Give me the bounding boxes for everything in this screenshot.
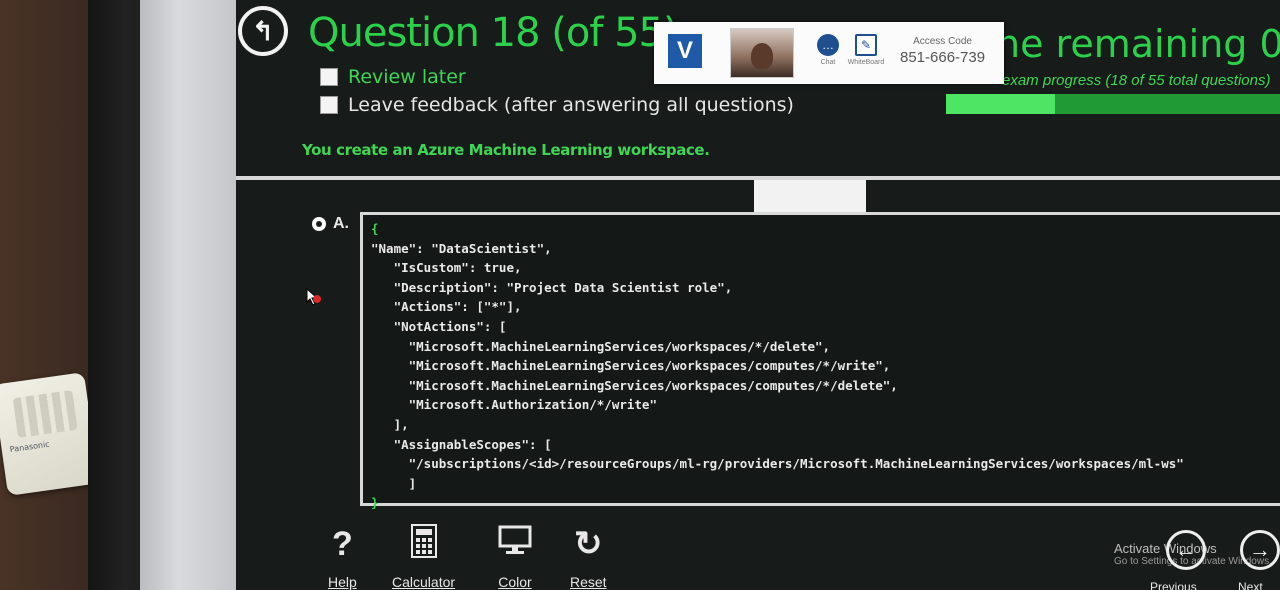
exam-progress-bar bbox=[946, 94, 1280, 114]
question-intro: You create an Azure Machine Learning wor… bbox=[302, 141, 710, 159]
chat-button[interactable]: … Chat bbox=[808, 34, 848, 66]
webcam-person bbox=[751, 43, 773, 69]
reset-label: Reset bbox=[570, 574, 607, 590]
webcam-thumbnail bbox=[730, 28, 794, 78]
chat-label: Chat bbox=[820, 59, 836, 66]
mouse-cursor-icon bbox=[306, 288, 321, 306]
help-button[interactable]: ? Help bbox=[328, 524, 357, 590]
reset-icon: ↻ bbox=[574, 525, 603, 563]
splitter-handle[interactable] bbox=[754, 180, 866, 212]
help-label: Help bbox=[328, 574, 357, 590]
code-line: } bbox=[371, 495, 379, 511]
arrow-left-icon: ← bbox=[1175, 537, 1197, 562]
code-line: "AssignableScopes": [ bbox=[371, 436, 552, 452]
code-line: ] bbox=[371, 475, 417, 491]
code-line: "Microsoft.MachineLearningServices/works… bbox=[371, 338, 831, 354]
question-title: Question 18 (of 55) bbox=[308, 10, 679, 56]
option-a-radio[interactable] bbox=[312, 217, 326, 231]
access-code-label: Access Code bbox=[913, 36, 972, 47]
code-line: ], bbox=[371, 416, 409, 432]
color-label: Color bbox=[498, 574, 532, 590]
proctor-logo: V bbox=[668, 34, 702, 68]
remote-brand: Panasonic bbox=[9, 439, 51, 455]
next-label: Next bbox=[1238, 580, 1263, 590]
code-line: "Actions": ["*"], bbox=[371, 299, 522, 315]
code-line: "NotActions": [ bbox=[371, 318, 507, 334]
calculator-button[interactable]: Calculator bbox=[392, 524, 455, 590]
option-a-code: { "Name": "DataScientist", "IsCustom": tr… bbox=[360, 212, 1280, 510]
leave-feedback-checkbox[interactable] bbox=[320, 96, 338, 114]
reset-button[interactable]: ↻ Reset bbox=[570, 524, 607, 590]
option-a-label: A. bbox=[333, 215, 349, 232]
exam-progress-label: exam progress (18 of 55 total questions) bbox=[1002, 72, 1271, 89]
time-remaining: ne remaining 01: bbox=[996, 22, 1280, 66]
access-code: Access Code 851-666-739 bbox=[900, 36, 985, 66]
previous-button[interactable]: ← bbox=[1166, 530, 1206, 570]
code-line: { bbox=[371, 221, 379, 236]
code-line: "Microsoft.MachineLearningServices/works… bbox=[371, 377, 898, 393]
back-arrow-icon[interactable]: ↰ bbox=[238, 6, 288, 56]
chat-icon: … bbox=[817, 34, 839, 56]
remote-buttons bbox=[12, 389, 78, 438]
access-code-value: 851-666-739 bbox=[900, 49, 986, 66]
review-later-option[interactable]: Review later bbox=[320, 66, 466, 88]
tv-remote: Panasonic bbox=[0, 372, 100, 496]
monitor-icon bbox=[498, 524, 532, 564]
exam-progress-fill bbox=[946, 94, 1056, 114]
whiteboard-label: WhiteBoard bbox=[847, 59, 885, 66]
proctor-panel: V … Chat ✎ WhiteBoard Access Code 851-66… bbox=[654, 22, 1004, 84]
code-line: "Microsoft.Authorization/*/write" bbox=[371, 397, 657, 413]
arrow-right-icon: → bbox=[1249, 537, 1271, 562]
code-line: "IsCustom": true, bbox=[371, 260, 522, 276]
previous-label: Previous bbox=[1150, 580, 1197, 590]
color-button[interactable]: Color bbox=[498, 524, 532, 590]
review-later-checkbox[interactable] bbox=[320, 68, 338, 86]
code-line: "Description": "Project Data Scientist r… bbox=[371, 279, 733, 295]
calculator-icon bbox=[392, 524, 455, 564]
help-icon: ? bbox=[332, 525, 353, 563]
whiteboard-button[interactable]: ✎ WhiteBoard bbox=[846, 34, 886, 66]
screen-edge bbox=[140, 0, 236, 590]
whiteboard-icon: ✎ bbox=[855, 34, 877, 56]
code-line: "Name": "DataScientist", bbox=[371, 240, 552, 256]
code-line: "/subscriptions/<id>/resourceGroups/ml-r… bbox=[371, 456, 1184, 472]
code-line: "Microsoft.MachineLearningServices/works… bbox=[371, 358, 891, 374]
calculator-label: Calculator bbox=[392, 574, 456, 590]
leave-feedback-label: Leave feedback (after answering all ques… bbox=[348, 94, 794, 116]
exam-screen: ↰ Question 18 (of 55) Review later Leave… bbox=[236, 0, 1280, 590]
leave-feedback-option[interactable]: Leave feedback (after answering all ques… bbox=[320, 94, 794, 116]
next-button[interactable]: → bbox=[1240, 530, 1280, 570]
review-later-label: Review later bbox=[348, 66, 466, 88]
